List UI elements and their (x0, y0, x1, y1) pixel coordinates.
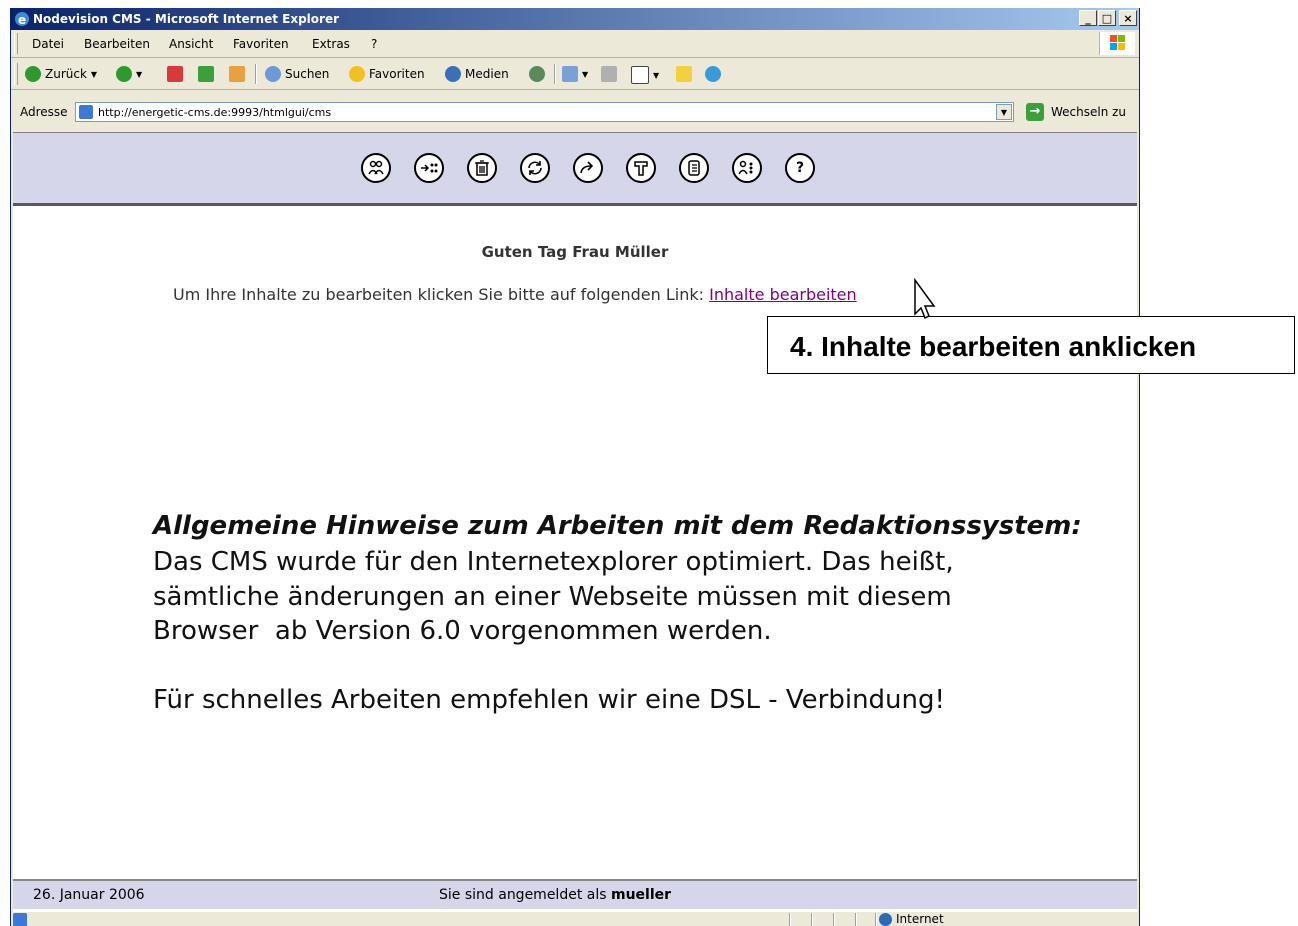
cms-toolbar: ? (13, 133, 1137, 206)
maximize-button[interactable]: □ (1098, 10, 1116, 26)
search-icon (265, 66, 281, 82)
hints-line-1: Das CMS wurde für den Internetexplorer o… (153, 547, 954, 577)
users-icon[interactable] (361, 153, 391, 183)
group-icon[interactable] (732, 153, 762, 183)
toolbar-grip (14, 63, 18, 85)
hints-line-4: Für schnelles Arbeiten empfehlen wir ein… (153, 685, 945, 715)
edit-dropdown-icon[interactable]: ▼ (653, 71, 659, 80)
login-user: mueller (610, 887, 672, 903)
back-arrow-icon (25, 66, 41, 82)
go-button[interactable]: Wechseln zu (1051, 105, 1126, 119)
greeting-heading: Guten Tag Frau Müller (481, 243, 669, 261)
note-icon (676, 66, 692, 82)
history-button[interactable] (529, 66, 545, 82)
print-button[interactable] (601, 66, 617, 82)
hints-paragraph: Das CMS wurde für den Internetexplorer o… (153, 545, 954, 649)
web-page: ? Guten Tag Frau Müller Um Ihre Inhalte … (13, 132, 1137, 912)
hints-line-3: Browser ab Version 6.0 vorgenommen werde… (153, 616, 772, 646)
hints-title: Allgemeine Hinweise zum Arbeiten mit dem… (153, 511, 1082, 541)
title-bar: e Nodevision CMS - Microsoft Internet Ex… (11, 8, 1139, 30)
refresh-icon[interactable] (520, 153, 550, 183)
address-bar: Adresse http://energetic-cms.de:9993/htm… (11, 100, 1139, 124)
page-status-icon (13, 913, 27, 926)
media-button[interactable]: Medien (445, 66, 509, 82)
browser-window: e Nodevision CMS - Microsoft Internet Ex… (10, 8, 1140, 926)
instruction-label: Um Ihre Inhalte zu bearbeiten klicken Si… (173, 285, 710, 304)
messenger-button[interactable] (705, 66, 721, 82)
search-label: Suchen (285, 67, 330, 81)
tools-icon[interactable] (626, 153, 656, 183)
mail-button[interactable]: ▼ (562, 66, 588, 82)
menu-bearbeiten[interactable]: Bearbeiten (84, 37, 150, 51)
ie-logo-icon: e (15, 12, 29, 27)
favorites-button[interactable]: Favoriten (349, 66, 425, 82)
callout-text: 4. Inhalte bearbeiten anklicken (790, 331, 1197, 362)
home-button[interactable] (229, 66, 245, 82)
mail-icon (562, 66, 578, 82)
trash-icon[interactable] (467, 153, 497, 183)
menu-help[interactable]: ? (371, 37, 377, 51)
window-title: Nodevision CMS - Microsoft Internet Expl… (33, 12, 340, 26)
stop-button[interactable] (167, 66, 183, 82)
instruction-callout: 4. Inhalte bearbeiten anklicken (767, 316, 1295, 374)
forward-button[interactable]: ▼ (116, 66, 142, 82)
edit-button[interactable]: ▼ (631, 66, 659, 84)
refresh-icon (198, 66, 214, 82)
help-icon[interactable]: ? (785, 153, 815, 183)
list-icon[interactable] (679, 153, 709, 183)
home-icon (229, 66, 245, 82)
globe-icon (879, 913, 892, 926)
history-icon (529, 66, 545, 82)
back-button[interactable]: Zurück ▼ (25, 66, 97, 82)
standard-toolbar: Zurück ▼ ▼ Suchen Favoriten Medien ▼ ▼ (11, 58, 1139, 90)
back-dropdown-icon[interactable]: ▼ (91, 70, 97, 79)
back-label: Zurück (45, 67, 87, 81)
media-label: Medien (465, 67, 509, 81)
instruction-text: Um Ihre Inhalte zu bearbeiten klicken Si… (173, 285, 857, 304)
edit-content-link[interactable]: Inhalte bearbeiten (709, 285, 857, 304)
favorites-label: Favoriten (369, 67, 425, 81)
page-icon (79, 105, 93, 119)
search-button[interactable]: Suchen (265, 66, 329, 82)
menu-grip (14, 33, 18, 54)
menu-ansicht[interactable]: Ansicht (169, 37, 213, 51)
menu-bar: Datei Bearbeiten Ansicht Favoriten Extra… (11, 30, 1139, 58)
status-bar: Internet (11, 913, 1139, 926)
menu-extras[interactable]: Extras (312, 37, 350, 51)
stop-icon (167, 66, 183, 82)
minimize-button[interactable]: _ (1079, 10, 1097, 26)
security-zone: Internet (879, 913, 944, 926)
svg-text:e: e (18, 13, 26, 27)
login-status: Sie sind angemeldet als mueller (439, 887, 671, 903)
messenger-icon (705, 66, 721, 82)
footer-date: 26. Januar 2006 (33, 887, 145, 903)
go-arrow-icon[interactable]: → (1026, 103, 1044, 121)
move-icon[interactable] (414, 153, 444, 183)
refresh-button[interactable] (198, 66, 214, 82)
address-input[interactable]: http://energetic-cms.de:9993/htmlgui/cms… (75, 102, 1014, 122)
print-icon (601, 66, 617, 82)
address-url: http://energetic-cms.de:9993/htmlgui/cms (98, 106, 332, 119)
forward-arrow-icon (116, 66, 132, 82)
forward-icon[interactable] (573, 153, 603, 183)
windows-logo-icon (1099, 32, 1135, 55)
cms-footer: 26. Januar 2006 Sie sind angemeldet als … (13, 879, 1137, 909)
address-label: Adresse (20, 105, 68, 119)
star-icon (349, 66, 365, 82)
word-edit-icon (631, 66, 649, 84)
mail-dropdown-icon[interactable]: ▼ (582, 70, 588, 79)
address-dropdown-icon[interactable]: ▼ (996, 104, 1012, 120)
hints-line-2: sämtliche änderungen an einer Webseite m… (153, 581, 952, 612)
menu-datei[interactable]: Datei (32, 37, 64, 51)
close-button[interactable]: × (1119, 10, 1137, 26)
menu-favoriten[interactable]: Favoriten (233, 37, 289, 51)
forward-dropdown-icon[interactable]: ▼ (136, 70, 142, 79)
discuss-button[interactable] (676, 66, 692, 82)
login-prefix: Sie sind angemeldet als (439, 887, 611, 903)
mouse-cursor-icon (914, 278, 936, 320)
zone-label: Internet (896, 913, 944, 926)
media-icon (445, 66, 461, 82)
